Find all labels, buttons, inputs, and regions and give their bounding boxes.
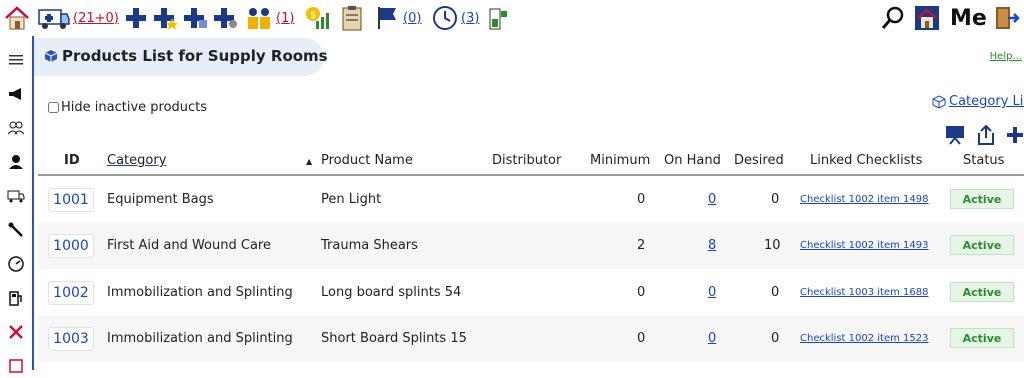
hide-inactive-toggle[interactable]: Hide inactive products <box>48 100 207 115</box>
checklist-link[interactable]: Checklist 1002 item 1493 <box>800 240 928 251</box>
checklist-link[interactable]: Checklist 1003 item 1688 <box>800 287 928 298</box>
home-icon[interactable] <box>4 4 30 32</box>
minimum-cell: 0 <box>637 331 646 346</box>
fuel-pump-icon[interactable] <box>4 286 28 310</box>
on-hand-link[interactable]: 0 <box>708 331 716 346</box>
category-cell: Immobilization and Splinting <box>107 331 293 346</box>
left-nav <box>0 36 34 373</box>
megaphone-icon[interactable] <box>4 82 28 106</box>
box-icon <box>44 48 58 67</box>
table-header: ID Category ▲ Product Name Distributor M… <box>38 148 1024 176</box>
clipboard-icon[interactable] <box>342 4 362 32</box>
truck-icon[interactable] <box>4 184 28 208</box>
person-icon[interactable] <box>4 150 28 174</box>
station-icon[interactable] <box>914 4 940 32</box>
add-tool-icon[interactable] <box>212 4 238 32</box>
clock-count[interactable]: (3) <box>461 11 479 26</box>
finance-chart-icon[interactable]: $ <box>304 4 330 32</box>
product-id-link[interactable]: 1002 <box>48 281 94 305</box>
category-cell: Equipment Bags <box>107 192 214 207</box>
on-hand-link[interactable]: 8 <box>708 238 716 253</box>
add-star-icon[interactable] <box>152 4 178 32</box>
col-status[interactable]: Status <box>963 153 1004 168</box>
col-product-name[interactable]: Product Name <box>321 153 413 168</box>
minimum-cell: 2 <box>637 238 646 253</box>
flag-count[interactable]: (0) <box>403 11 421 26</box>
add-icon[interactable] <box>124 4 148 32</box>
product-name-cell: Pen Light <box>321 192 382 207</box>
presentation-icon[interactable] <box>944 124 966 150</box>
desired-cell: 0 <box>771 192 780 207</box>
checklist-link[interactable]: Checklist 1002 item 1523 <box>800 333 928 344</box>
top-toolbar: (21+0) (1) $ (0) (3) Me <box>0 0 1024 36</box>
col-on-hand[interactable]: On Hand <box>664 153 721 168</box>
add-product-icon[interactable] <box>1006 124 1024 150</box>
product-name-cell: Trauma Shears <box>321 238 418 253</box>
on-hand-link[interactable]: 0 <box>708 192 716 207</box>
search-icon[interactable] <box>880 4 906 32</box>
svg-text:$: $ <box>310 10 316 21</box>
cube-icon <box>932 94 946 109</box>
gauge-icon[interactable] <box>4 252 28 276</box>
logout-icon[interactable] <box>994 4 1020 32</box>
product-id-link[interactable]: 1001 <box>48 188 94 212</box>
category-cell: Immobilization and Splinting <box>107 285 293 300</box>
export-icon[interactable] <box>976 124 996 150</box>
desired-cell: 10 <box>764 238 781 253</box>
desired-cell: 0 <box>771 331 780 346</box>
minimum-cell: 0 <box>637 192 646 207</box>
checklist-link[interactable]: Checklist 1002 item 1498 <box>800 194 928 205</box>
menu-icon[interactable] <box>4 48 28 72</box>
minimum-cell: 0 <box>637 285 646 300</box>
ambulance-icon[interactable]: (21+0) <box>38 4 119 32</box>
status-badge[interactable]: Active <box>950 235 1014 255</box>
page-title: Products List for Supply Rooms <box>62 47 328 65</box>
status-badge[interactable]: Active <box>950 328 1014 348</box>
table-row[interactable]: 1003 Immobilization and Splinting Short … <box>38 316 1024 362</box>
table-row[interactable]: 1001 Equipment Bags Pen Light 0 0 0 Chec… <box>38 177 1024 223</box>
desired-cell: 0 <box>771 285 780 300</box>
product-name-cell: Long board splints 54 <box>321 285 462 300</box>
col-category[interactable]: Category <box>107 153 166 168</box>
staff-count[interactable]: (1) <box>276 11 294 26</box>
category-list-link[interactable]: Category List <box>932 94 1024 109</box>
col-linked-checklists[interactable]: Linked Checklists <box>810 153 922 168</box>
col-minimum[interactable]: Minimum <box>590 153 650 168</box>
wrench-icon[interactable] <box>4 218 28 242</box>
product-name-cell: Short Board Splints 15 <box>321 331 467 346</box>
flag-icon[interactable]: (0) <box>376 4 421 32</box>
ambulance-count[interactable]: (21+0) <box>73 11 119 26</box>
me-button[interactable]: Me <box>950 4 987 32</box>
table-row[interactable]: 1002 Immobilization and Splinting Long b… <box>38 270 1024 316</box>
staff-icon[interactable]: (1) <box>245 4 294 32</box>
sort-asc-icon[interactable]: ▲ <box>306 157 312 166</box>
help-link[interactable]: Help... <box>990 51 1022 62</box>
clock-icon[interactable]: (3) <box>432 4 479 32</box>
category-list-label[interactable]: Category List <box>949 94 1024 109</box>
on-hand-link[interactable]: 0 <box>708 285 716 300</box>
hide-inactive-label: Hide inactive products <box>61 100 208 115</box>
tools-icon[interactable] <box>4 320 28 344</box>
col-id[interactable]: ID <box>64 153 80 168</box>
hide-inactive-checkbox[interactable] <box>48 102 59 113</box>
col-distributor[interactable]: Distributor <box>492 153 561 168</box>
col-desired[interactable]: Desired <box>734 153 784 168</box>
category-cell: First Aid and Wound Care <box>107 238 271 253</box>
report-icon[interactable] <box>4 354 28 378</box>
product-id-link[interactable]: 1003 <box>48 327 94 351</box>
fuel-icon[interactable] <box>488 4 510 32</box>
status-badge[interactable]: Active <box>950 282 1014 302</box>
status-badge[interactable]: Active <box>950 189 1014 209</box>
table-row[interactable]: 1000 First Aid and Wound Care Trauma She… <box>38 223 1024 269</box>
users-icon[interactable] <box>4 116 28 140</box>
product-id-link[interactable]: 1000 <box>48 234 94 258</box>
add-item-icon[interactable] <box>182 4 208 32</box>
